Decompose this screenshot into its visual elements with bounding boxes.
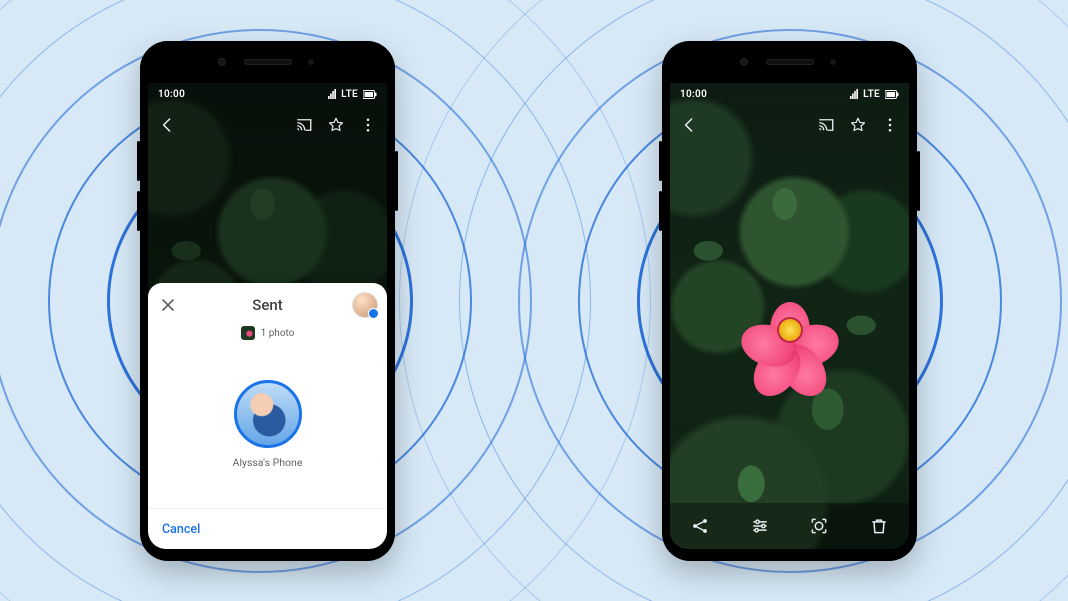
signal-icon (328, 89, 336, 99)
share-summary: 1 photo (148, 326, 387, 340)
share-contact[interactable]: Alyssa's Phone (148, 340, 387, 508)
status-network: LTE (863, 89, 880, 100)
status-time: 10:00 (680, 89, 707, 100)
promo-stage: 10:00 LTE (0, 0, 1068, 601)
share-sheet: Sent 1 photo Alyssa's Phone Cancel (148, 283, 387, 549)
share-title: Sent (252, 296, 282, 314)
account-avatar[interactable] (353, 293, 377, 317)
close-icon[interactable] (158, 295, 178, 315)
share-count-label: 1 photo (261, 328, 295, 339)
battery-icon (363, 90, 377, 99)
share-sheet-footer: Cancel (148, 508, 387, 549)
signal-icon (850, 89, 858, 99)
photo-thumb-icon (241, 326, 255, 340)
app-bar (670, 107, 909, 143)
photo-action-bar (670, 503, 909, 549)
cancel-button[interactable]: Cancel (162, 522, 200, 537)
cast-icon[interactable] (295, 116, 313, 134)
more-vert-icon[interactable] (359, 116, 377, 134)
contact-avatar (234, 380, 302, 448)
status-time: 10:00 (158, 89, 185, 100)
lens-icon[interactable] (809, 516, 829, 536)
more-vert-icon[interactable] (881, 116, 899, 134)
contact-name: Alyssa's Phone (233, 456, 303, 469)
back-arrow-icon[interactable] (158, 116, 176, 134)
status-network: LTE (341, 89, 358, 100)
battery-icon (885, 90, 899, 99)
status-bar: 10:00 LTE (148, 83, 387, 105)
star-outline-icon[interactable] (849, 116, 867, 134)
phone-sender: 10:00 LTE (140, 41, 395, 561)
tune-icon[interactable] (750, 516, 770, 536)
back-arrow-icon[interactable] (680, 116, 698, 134)
screen-sender: 10:00 LTE (148, 83, 387, 549)
app-bar (148, 107, 387, 143)
trash-icon[interactable] (869, 516, 889, 536)
star-outline-icon[interactable] (327, 116, 345, 134)
share-sheet-header: Sent (148, 283, 387, 328)
phone-receiver: 10:00 LTE (662, 41, 917, 561)
cast-icon[interactable] (817, 116, 835, 134)
screen-receiver: 10:00 LTE (670, 83, 909, 549)
status-bar: 10:00 LTE (670, 83, 909, 105)
share-icon[interactable] (690, 516, 710, 536)
